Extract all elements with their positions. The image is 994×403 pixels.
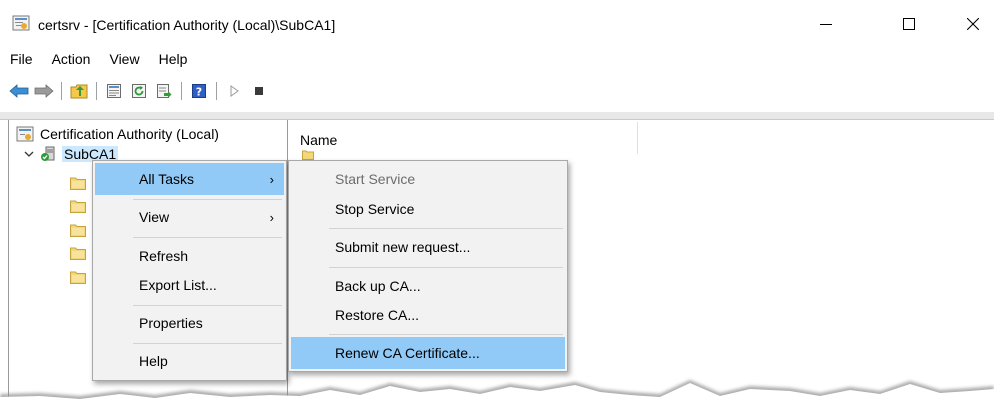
menu-item-label: Export List... [139,277,217,293]
menu-separator [133,199,282,200]
toolbar: ? [8,79,273,103]
menu-item-back-up-ca[interactable]: Back up CA... [291,270,565,302]
tree-item-label: Certification Authority (Local) [40,126,219,142]
export-list-button[interactable] [153,80,175,102]
menu-item-start-service[interactable]: Start Service [291,163,565,195]
folder-icon[interactable] [70,270,86,284]
chevron-right-icon: › [269,171,274,187]
up-one-level-button[interactable] [68,80,90,102]
window-title: certsrv - [Certification Authority (Loca… [38,17,336,33]
properties-icon [107,84,121,98]
back-button[interactable] [8,80,30,102]
menu-item-renew-ca-certificate[interactable]: Renew CA Certificate... [291,337,565,369]
title-bar: certsrv - [Certification Authority (Loca… [0,0,994,46]
forward-button[interactable] [33,80,55,102]
menu-item-restore-ca[interactable]: Restore CA... [291,299,565,331]
start-service-icon [230,85,239,97]
refresh-button[interactable] [128,80,150,102]
refresh-icon [132,84,146,98]
menu-separator [329,228,563,229]
menu-separator [133,305,282,306]
menu-item-label: View [139,209,170,225]
menu-item-submit-new-request[interactable]: Submit new request... [291,231,565,263]
menu-item-label: Help [139,353,168,369]
menu-item-properties[interactable]: Properties [95,307,284,339]
help-button[interactable]: ? [188,80,210,102]
menu-item-label: Restore CA... [335,307,420,323]
menu-item-label: Submit new request... [335,239,471,255]
chevron-down-icon[interactable] [22,148,36,160]
toolbar-separator [181,82,182,100]
column-separator[interactable] [637,122,638,154]
menu-file[interactable]: File [10,49,33,71]
column-header-name[interactable]: Name [300,132,337,148]
menu-view[interactable]: View [109,49,139,71]
minimize-button[interactable] [803,6,849,42]
up-folder-icon [70,84,88,99]
help-icon: ? [192,84,206,99]
stop-service-icon [255,87,263,95]
maximize-icon [903,18,915,30]
toolbar-separator [216,82,217,100]
torn-edge-decoration [0,380,994,403]
export-list-icon [157,84,172,98]
certification-authority-icon [16,126,34,142]
menu-help[interactable]: Help [159,49,188,71]
folder-icon[interactable] [70,199,86,213]
menu-separator [133,343,282,344]
menu-action[interactable]: Action [52,49,91,71]
menu-separator [329,267,563,268]
list-folder-icon[interactable] [302,150,314,160]
menu-item-label: Start Service [335,171,416,187]
maximize-button[interactable] [886,6,932,42]
tree-item-certification-authority[interactable]: Certification Authority (Local) [16,126,219,142]
folder-icon[interactable] [70,176,86,190]
close-button[interactable] [952,6,994,42]
toolbar-divider [0,112,994,120]
folder-icon[interactable] [70,246,86,260]
menu-bar: File Action View Help [0,49,206,71]
svg-text:?: ? [196,86,202,99]
chevron-right-icon: › [269,209,274,225]
forward-arrow-icon [34,84,54,98]
menu-item-all-tasks[interactable]: All Tasks › [95,163,284,195]
back-arrow-icon [9,84,29,98]
menu-item-label: Refresh [139,248,189,264]
ca-server-icon [41,146,55,161]
menu-item-stop-service[interactable]: Stop Service [291,193,565,225]
menu-item-label: Stop Service [335,201,415,217]
folder-icon[interactable] [70,223,86,237]
menu-item-label: Renew CA Certificate... [335,345,480,361]
minimize-icon [820,24,832,25]
menu-separator [329,334,563,335]
start-service-button[interactable] [223,80,245,102]
menu-item-label: Back up CA... [335,278,421,294]
properties-button[interactable] [103,80,125,102]
stop-service-button[interactable] [248,80,270,102]
context-menu: All Tasks › View › Refresh Export List..… [92,160,287,381]
menu-item-label: All Tasks [139,171,194,187]
all-tasks-submenu: Start Service Stop Service Submit new re… [288,160,568,372]
toolbar-separator [61,82,62,100]
menu-item-view[interactable]: View › [95,201,284,233]
menu-item-export-list[interactable]: Export List... [95,269,284,301]
menu-separator [133,237,282,238]
toolbar-separator [96,82,97,100]
menu-item-label: Properties [139,315,203,331]
close-icon [967,18,979,30]
certsrv-app-icon [12,15,30,31]
menu-item-refresh[interactable]: Refresh [95,240,284,272]
